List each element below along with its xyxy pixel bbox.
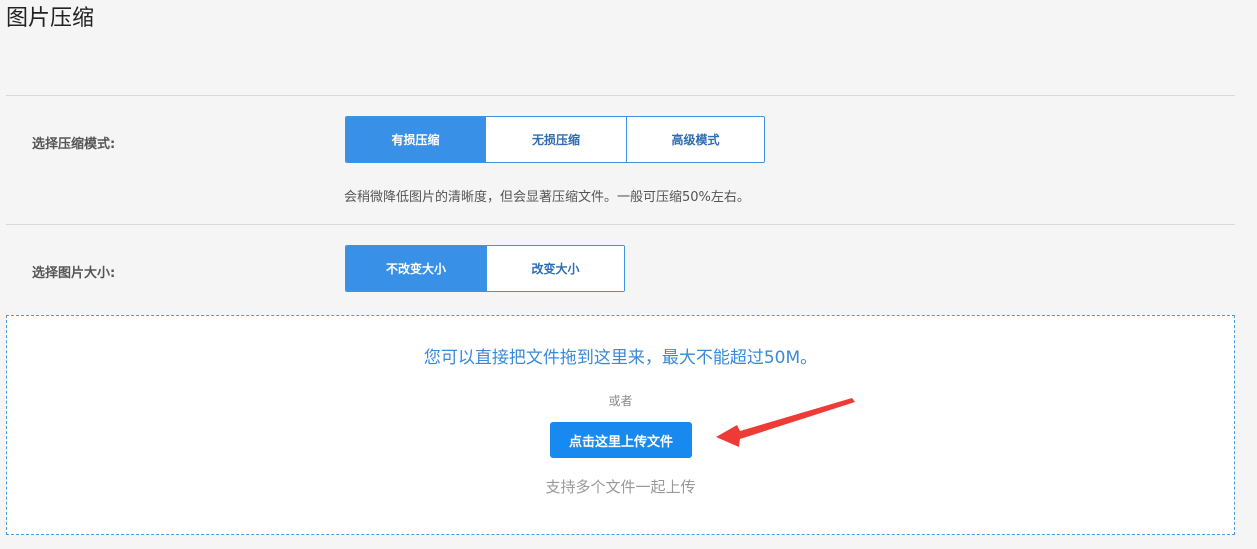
section-divider-middle xyxy=(6,224,1235,225)
section-divider-top xyxy=(6,95,1235,96)
compression-mode-selector: 有损压缩 无损压缩 高级模式 xyxy=(345,116,765,163)
advanced-mode-button[interactable]: 高级模式 xyxy=(626,117,764,162)
image-size-selector: 不改变大小 改变大小 xyxy=(345,245,625,292)
multi-upload-hint: 支持多个文件一起上传 xyxy=(545,478,696,496)
file-dropzone[interactable]: 您可以直接把文件拖到这里来，最大不能超过50M。 或者 点击这里上传文件 支持多… xyxy=(6,315,1235,535)
page-title: 图片压缩 xyxy=(6,6,95,31)
compression-mode-hint: 会稍微降低图片的清晰度，但会显著压缩文件。一般可压缩50%左右。 xyxy=(344,190,750,205)
keep-size-button[interactable]: 不改变大小 xyxy=(346,246,486,291)
annotation-arrow-icon xyxy=(716,398,855,447)
compression-mode-label: 选择压缩模式: xyxy=(32,137,116,152)
dropzone-instruction: 您可以直接把文件拖到这里来，最大不能超过50M。 xyxy=(423,348,818,368)
dropzone-or-text: 或者 xyxy=(608,394,633,408)
lossy-compression-button[interactable]: 有损压缩 xyxy=(346,117,485,162)
image-size-label: 选择图片大小: xyxy=(32,266,116,281)
change-size-button[interactable]: 改变大小 xyxy=(486,246,624,291)
upload-file-button[interactable]: 点击这里上传文件 xyxy=(550,422,692,458)
lossless-compression-button[interactable]: 无损压缩 xyxy=(485,117,626,162)
